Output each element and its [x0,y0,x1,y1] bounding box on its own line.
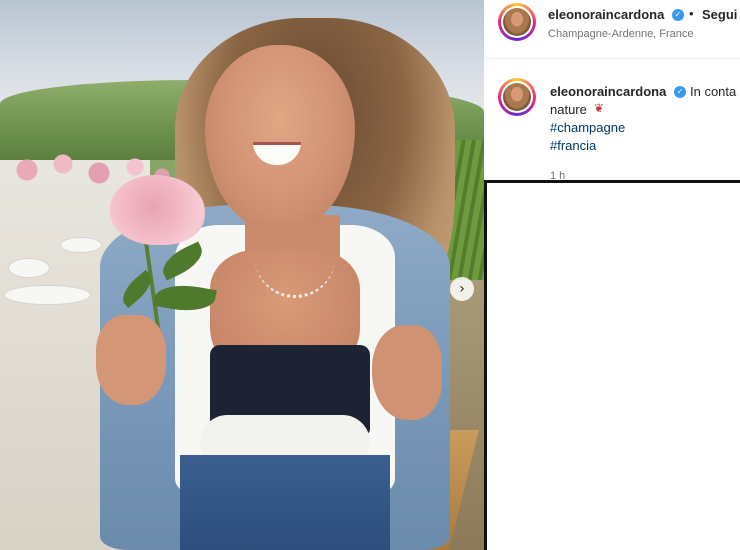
post-header: eleonoraincardona ✓ • Segui Champagne-Ar… [484,0,740,59]
hashtag-link[interactable]: #champagne [550,120,625,135]
hashtag-link[interactable]: #francia [550,138,596,153]
avatar-image [503,83,531,111]
photo-plate [8,258,50,278]
next-photo-button[interactable]: › [450,277,474,301]
follow-button[interactable]: Segui [702,7,737,22]
chevron-right-icon: › [459,281,465,297]
verified-badge-icon: ✓ [672,9,684,21]
photo-plate [4,285,91,305]
avatar-ring-gap [501,81,533,113]
rose-icon: ❦ [594,101,605,115]
post-photo[interactable]: › [0,0,484,550]
verified-badge-icon: ✓ [674,86,686,98]
photo-rose [110,175,205,245]
separator-dot: • [689,6,694,21]
caption-avatar[interactable] [498,78,536,116]
photo-jeans [180,455,390,550]
caption-username[interactable]: eleonoraincardona [550,84,666,99]
avatar-image [503,8,531,36]
photo-hand-right [372,325,442,420]
avatar[interactable] [498,3,536,41]
location-link[interactable]: Champagne-Ardenne, France [548,28,694,40]
photo-plate [60,237,102,253]
caption-text-line1: In conta [690,84,737,99]
photo-face [205,45,355,230]
caption-text-line2: nature [550,102,587,117]
photo-hand-left [96,315,166,405]
header-username[interactable]: eleonoraincardona [548,7,664,22]
overlay-panel [484,180,740,550]
avatar-ring-gap [501,6,533,38]
